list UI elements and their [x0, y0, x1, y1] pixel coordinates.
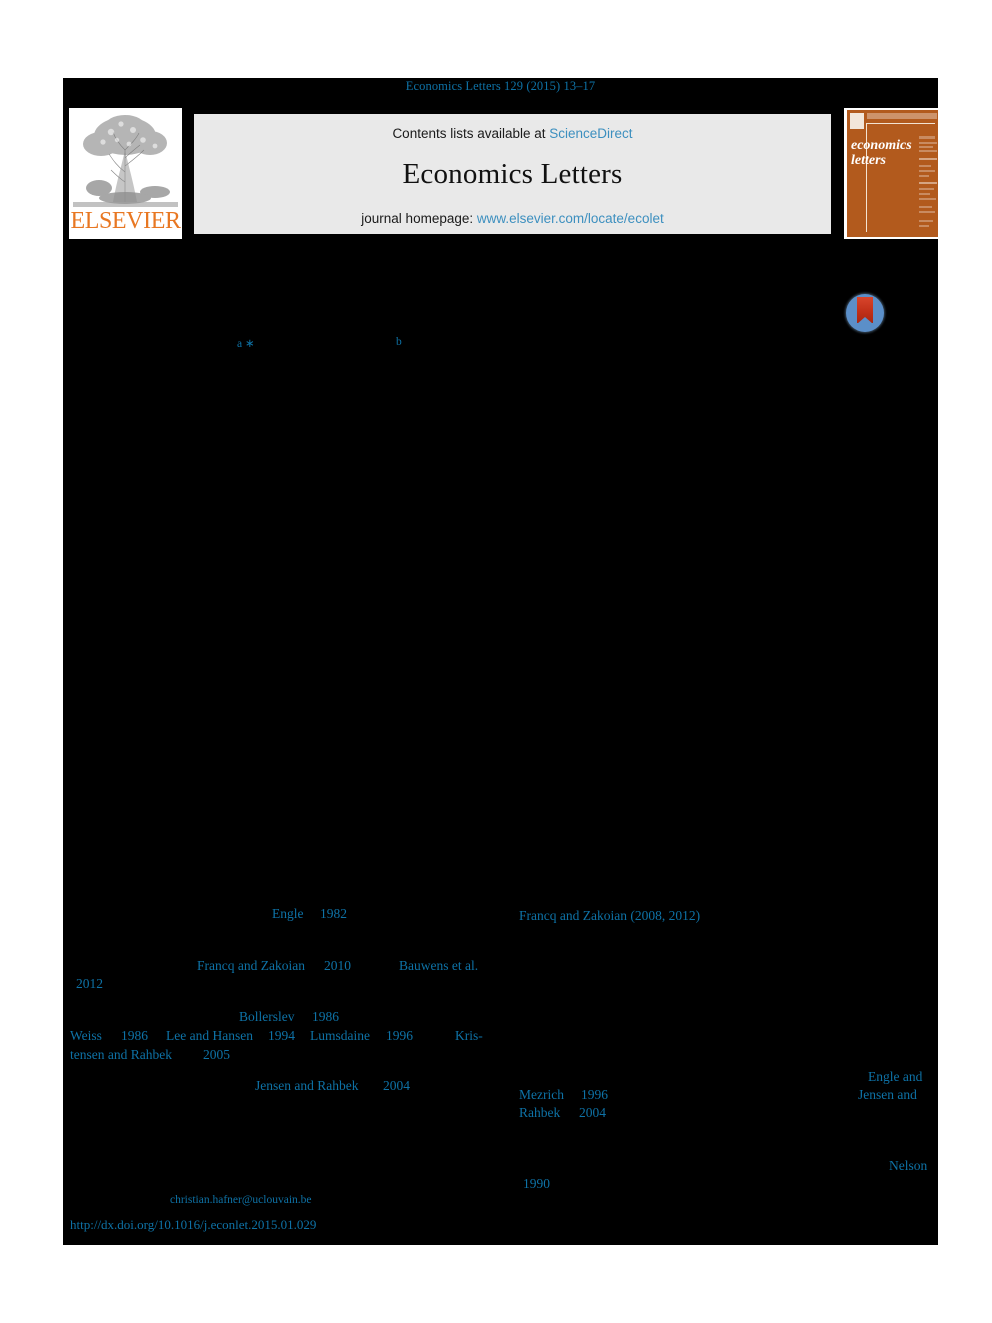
crossmark-icon[interactable] [844, 292, 888, 336]
journal-cover-artwork: economics letters [847, 110, 938, 237]
homepage-prefix-text: journal homepage: [361, 211, 477, 226]
citation-link[interactable]: Weiss [70, 1028, 102, 1043]
citation-link[interactable]: 1986 [312, 1009, 339, 1024]
citation-link[interactable]: 2010 [324, 958, 351, 973]
cover-text-block [919, 175, 929, 177]
citation-link[interactable]: Lee and Hansen [166, 1028, 253, 1043]
citation-link[interactable]: Engle [272, 906, 304, 921]
citation-link[interactable]: Jensen and Rahbek [255, 1078, 358, 1093]
citation-link[interactable]: 2012 [76, 976, 103, 991]
cover-text-block [919, 165, 931, 167]
cover-text-block [919, 225, 929, 227]
cover-text-block [919, 142, 937, 144]
cover-text-block [919, 146, 933, 148]
elsevier-tree-icon [73, 110, 178, 207]
journal-homepage-line: journal homepage: www.elsevier.com/locat… [194, 211, 831, 226]
contents-available-line: Contents lists available at ScienceDirec… [194, 126, 831, 141]
elsevier-wordmark: ELSEVIER [70, 208, 181, 234]
citation-link[interactable]: 1994 [268, 1028, 295, 1043]
citation-link[interactable]: Jensen and [858, 1087, 917, 1102]
contents-box: Contents lists available at ScienceDirec… [194, 114, 831, 234]
citation-link[interactable]: Francq and Zakoian (2008, 2012) [519, 908, 700, 923]
cover-text-block [919, 206, 932, 208]
cover-rule [919, 182, 937, 184]
doi-link[interactable]: http://dx.doi.org/10.1016/j.econlet.2015… [70, 1218, 316, 1232]
journal-title: Economics Letters [402, 158, 623, 190]
citation-link[interactable]: 1982 [320, 906, 347, 921]
cover-text-block [919, 198, 936, 200]
affiliation-mark[interactable]: a ∗ [237, 336, 255, 350]
citation-link[interactable]: 1996 [386, 1028, 413, 1043]
citation-link[interactable]: 2004 [579, 1105, 606, 1120]
cover-text-block [919, 136, 935, 139]
citation-link[interactable]: Kris- [455, 1028, 483, 1043]
citation-link[interactable]: 1996 [581, 1087, 608, 1102]
elsevier-logo: ELSEVIER [69, 108, 182, 239]
citation-link[interactable]: 1990 [523, 1176, 550, 1191]
citation-link[interactable]: Bauwens et al. [399, 958, 478, 973]
journal-masthead: ELSEVIER Contents lists available at Sci… [69, 108, 938, 239]
citation-link[interactable]: Mezrich [519, 1087, 564, 1102]
citation-link[interactable]: Francq and Zakoian [197, 958, 305, 973]
contents-prefix-text: Contents lists available at [392, 126, 550, 141]
cover-text-block [919, 170, 935, 172]
cover-text-block [919, 150, 937, 152]
journal-cover-thumbnail: economics letters [844, 108, 938, 239]
citation-link[interactable]: Engle and [868, 1069, 922, 1084]
citation-link[interactable]: Rahbek [519, 1105, 560, 1120]
cover-title-line-2: letters [851, 153, 886, 168]
cover-elsevier-mark-icon [850, 113, 864, 129]
citation-link[interactable]: tensen and Rahbek [70, 1047, 172, 1062]
sciencedirect-link[interactable]: ScienceDirect [549, 126, 632, 141]
citation-link[interactable]: Bollerslev [239, 1009, 295, 1024]
citation-link[interactable]: 2004 [383, 1078, 410, 1093]
citation-link[interactable]: Lumsdaine [310, 1028, 370, 1043]
cover-text-block [919, 188, 934, 190]
citation-link[interactable]: Nelson [889, 1158, 927, 1173]
citation-link[interactable]: 2005 [203, 1047, 230, 1062]
affiliation-mark[interactable]: b [396, 336, 402, 348]
article-page-canvas: Economics Letters 129 (2015) 13–17 ELSEV… [63, 78, 938, 1245]
cover-text-block [919, 220, 933, 222]
citation-link[interactable]: 1986 [121, 1028, 148, 1043]
cover-text-block [919, 193, 930, 195]
cover-title: economics letters [851, 138, 917, 168]
running-head: Economics Letters 129 (2015) 13–17 [405, 79, 596, 93]
cover-rule [919, 158, 937, 160]
crossmark-ribbon-notch [857, 317, 873, 324]
journal-homepage-link[interactable]: www.elsevier.com/locate/ecolet [477, 211, 664, 226]
cover-top-bar [867, 113, 937, 119]
cover-title-line-1: economics [851, 138, 912, 153]
cover-text-block [919, 211, 935, 213]
author-email-link[interactable]: christian.hafner@uclouvain.be [170, 1194, 312, 1206]
